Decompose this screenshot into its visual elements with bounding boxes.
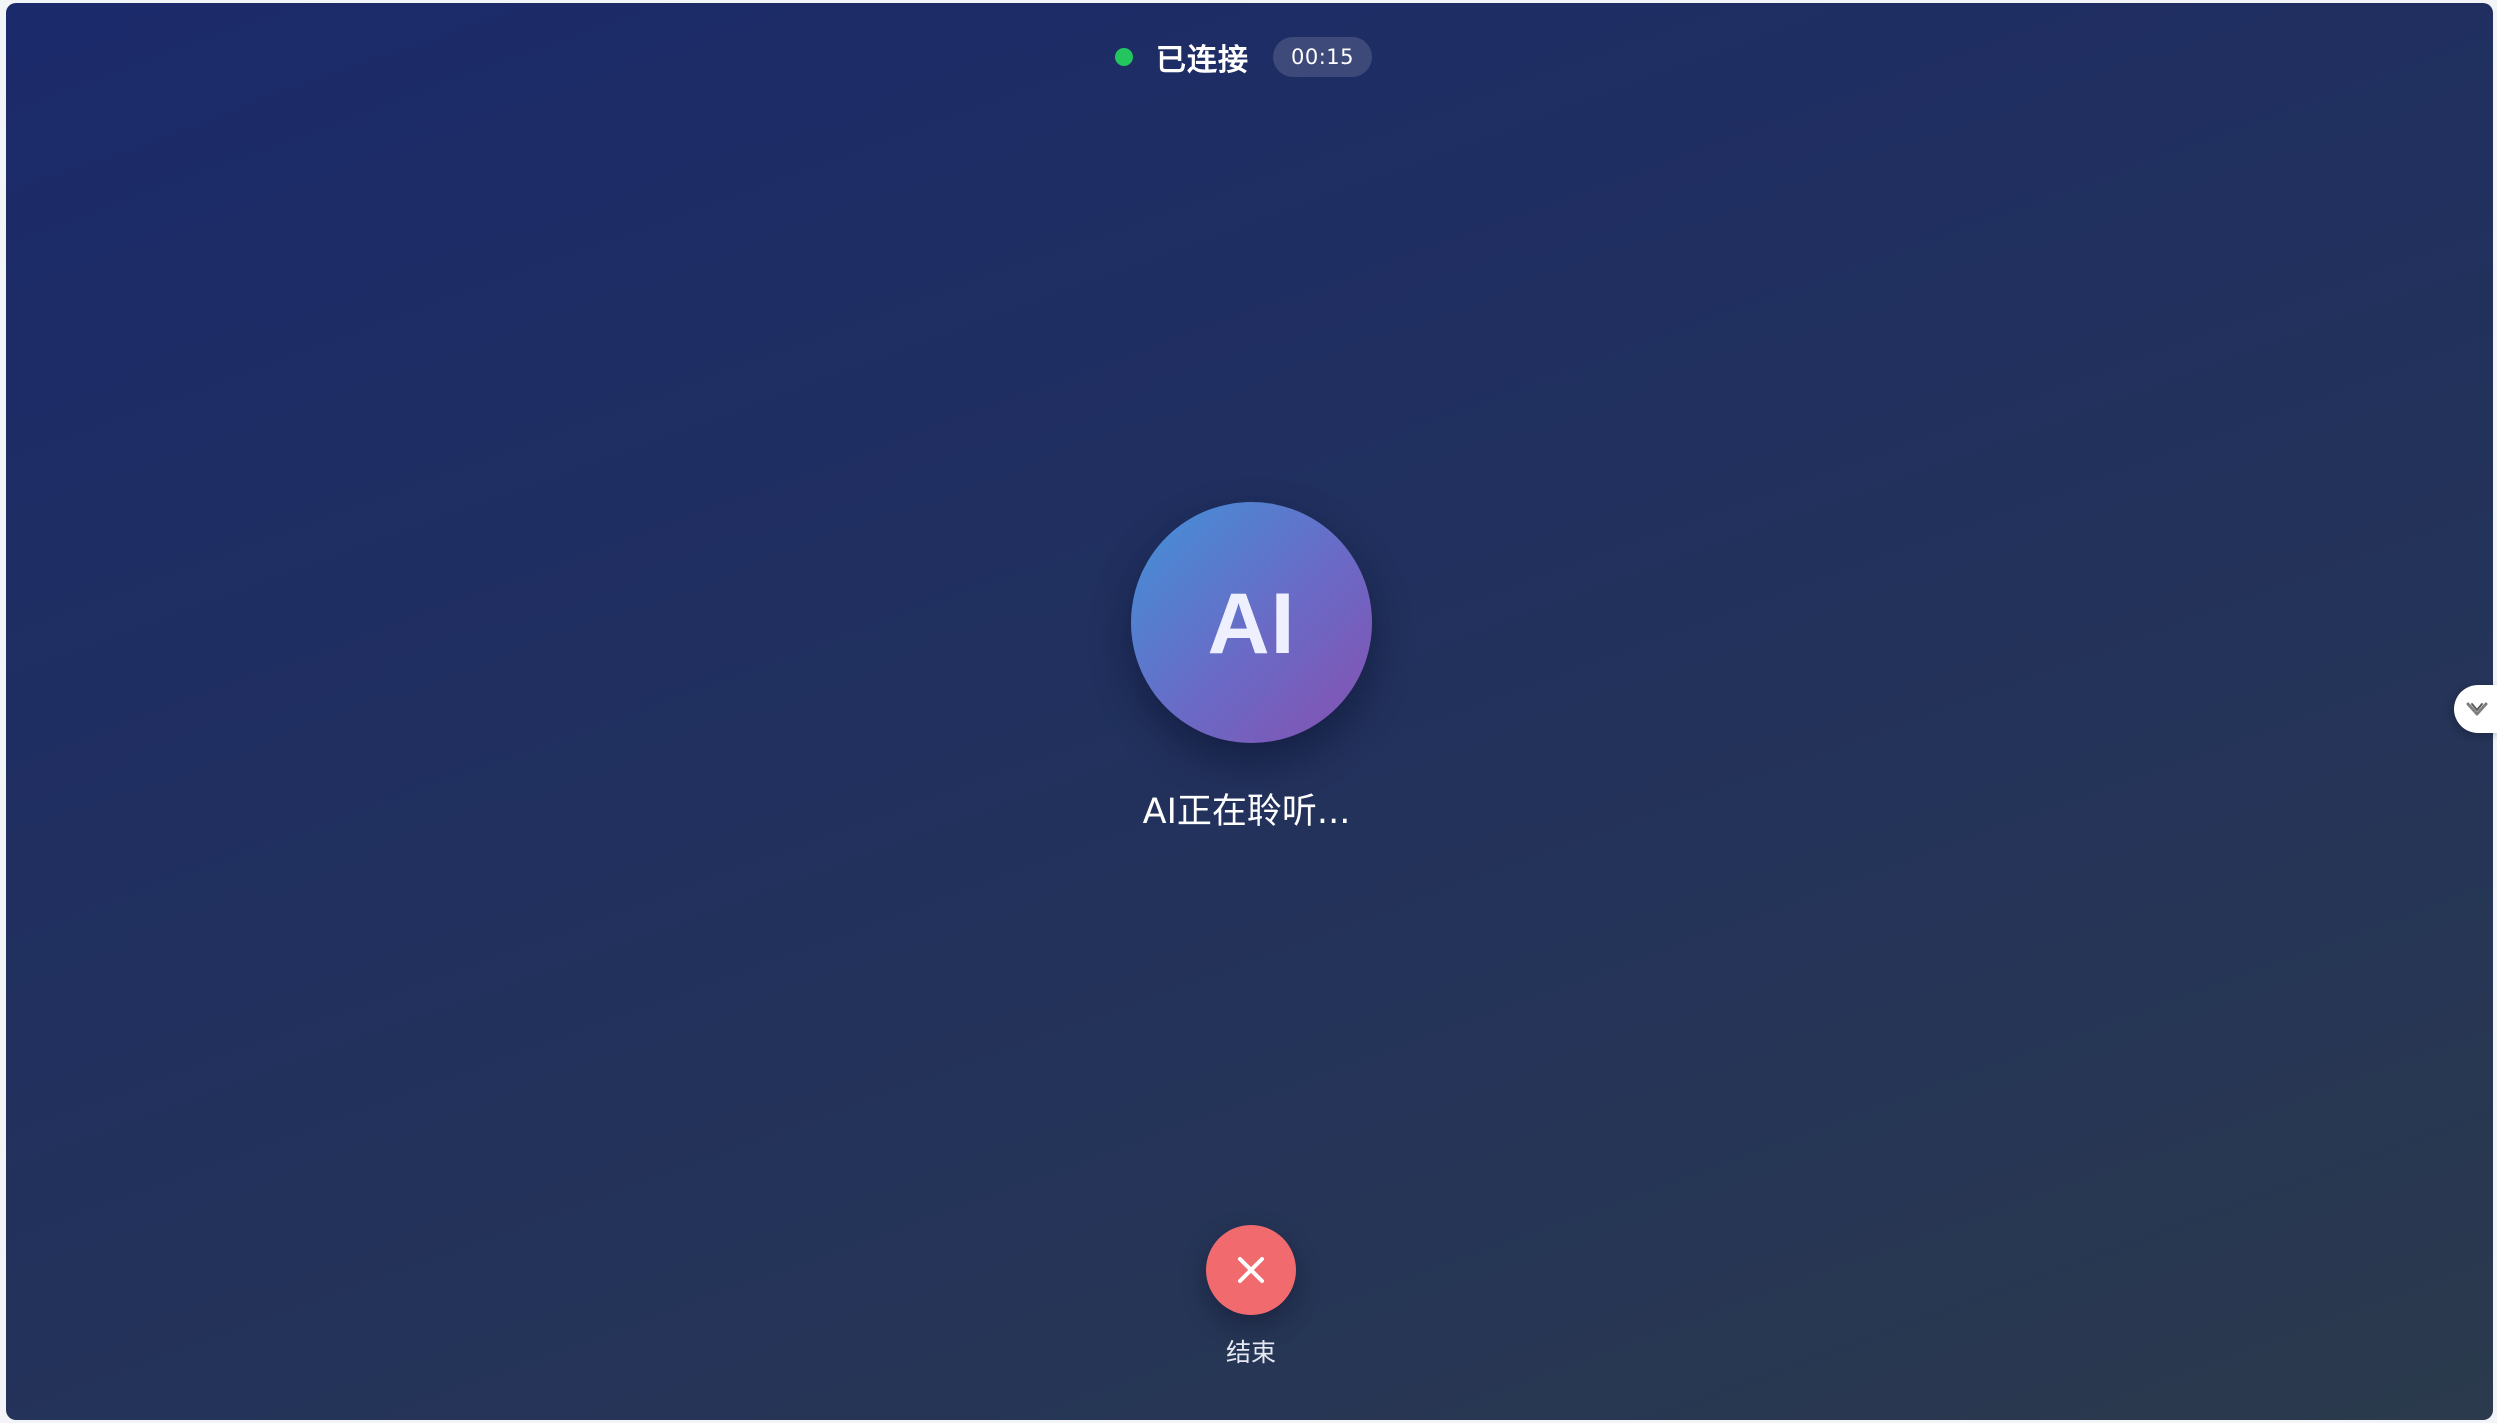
connected-status-dot-icon [1114,48,1133,66]
ai-avatar-label: AI [1207,576,1296,672]
end-call-button[interactable] [1206,1225,1296,1315]
call-timer: 00:15 [1272,37,1373,77]
end-call-label: 结束 [1225,1338,1276,1367]
ai-avatar: AI [1131,502,1372,743]
voice-call-window: 已连接 00:15 AI AI正在聆听... 结束 [6,3,2493,1420]
call-status-group: 已连接 00:15 [1114,35,1373,79]
side-panel-toggle[interactable] [2454,685,2497,733]
listening-status-text: AI正在聆听... [1142,792,1351,832]
call-status-bar: 已连接 00:15 [6,35,2493,79]
connection-status-text: 已连接 [1155,43,1249,78]
close-icon [1238,1257,1264,1283]
chevron-down-icon [2466,702,2488,716]
